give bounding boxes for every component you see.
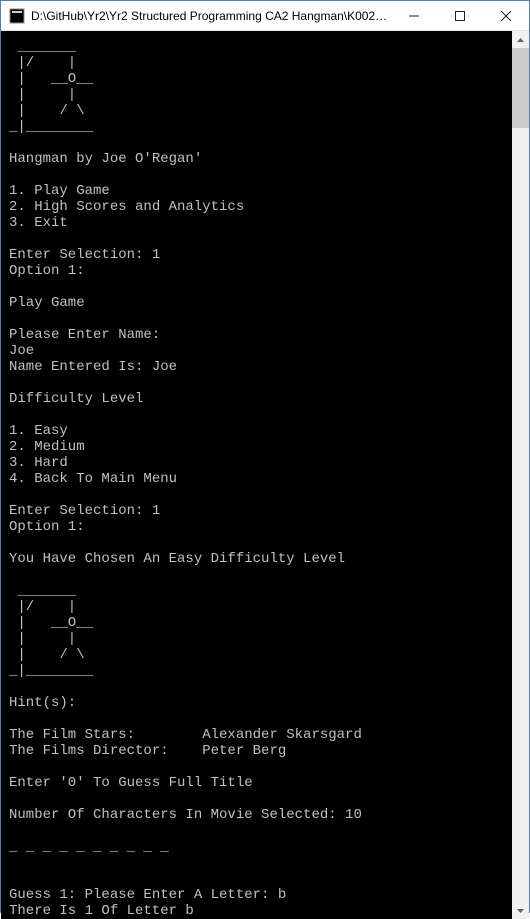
console-output[interactable]: _______ |/ | | __O__ | | | / \_|________…: [1, 31, 512, 919]
console-line: The Films Director: Peter Berg: [9, 743, 512, 759]
console-line: _ _ _ _ _ _ _ _ _ _: [9, 839, 512, 855]
console-line: Joe: [9, 343, 512, 359]
console-line: 3. Hard: [9, 455, 512, 471]
scroll-thumb[interactable]: [512, 48, 529, 128]
console-line: [9, 279, 512, 295]
console-line: Option 1:: [9, 263, 512, 279]
console-line: [9, 407, 512, 423]
vertical-scrollbar[interactable]: [512, 31, 529, 919]
console-line: Hangman by Joe O'Regan': [9, 151, 512, 167]
console-line: 2. High Scores and Analytics: [9, 199, 512, 215]
console-line: Play Game: [9, 295, 512, 311]
minimize-button[interactable]: [391, 1, 437, 30]
console-line: Enter '0' To Guess Full Title: [9, 775, 512, 791]
console-line: [9, 487, 512, 503]
console-line: _|________: [9, 119, 512, 135]
console-line: | / \: [9, 647, 512, 663]
console-line: [9, 231, 512, 247]
console-line: [9, 311, 512, 327]
window-title: D:\GitHub\Yr2\Yr2 Structured Programming…: [31, 9, 391, 23]
console-line: 2. Medium: [9, 439, 512, 455]
console-line: | |: [9, 87, 512, 103]
console-line: [9, 535, 512, 551]
scroll-down-button[interactable]: [512, 902, 529, 919]
console-line: Enter Selection: 1: [9, 503, 512, 519]
console-line: [9, 855, 512, 871]
console-line: You Have Chosen An Easy Difficulty Level: [9, 551, 512, 567]
console-line: 3. Exit: [9, 215, 512, 231]
client-area: _______ |/ | | __O__ | | | / \_|________…: [1, 31, 529, 919]
console-line: Option 1:: [9, 519, 512, 535]
console-line: Name Entered Is: Joe: [9, 359, 512, 375]
console-line: Hint(s):: [9, 695, 512, 711]
console-line: 1. Easy: [9, 423, 512, 439]
console-line: [9, 759, 512, 775]
console-line: Number Of Characters In Movie Selected: …: [9, 807, 512, 823]
close-button[interactable]: [483, 1, 529, 30]
console-line: [9, 871, 512, 887]
console-line: | / \: [9, 103, 512, 119]
console-line: _______: [9, 39, 512, 55]
console-line: [9, 567, 512, 583]
console-line: Enter Selection: 1: [9, 247, 512, 263]
console-line: There Is 1 Of Letter b: [9, 903, 512, 919]
console-line: [9, 167, 512, 183]
console-line: Please Enter Name:: [9, 327, 512, 343]
titlebar[interactable]: D:\GitHub\Yr2\Yr2 Structured Programming…: [1, 1, 529, 31]
scroll-up-button[interactable]: [512, 31, 529, 48]
console-line: [9, 375, 512, 391]
console-line: | __O__: [9, 615, 512, 631]
console-line: | __O__: [9, 71, 512, 87]
console-line: |/ |: [9, 55, 512, 71]
console-line: Guess 1: Please Enter A Letter: b: [9, 887, 512, 903]
console-line: | |: [9, 631, 512, 647]
console-window: D:\GitHub\Yr2\Yr2 Structured Programming…: [0, 0, 530, 913]
maximize-button[interactable]: [437, 1, 483, 30]
console-line: _______: [9, 583, 512, 599]
console-line: [9, 791, 512, 807]
console-line: [9, 823, 512, 839]
console-line: [9, 679, 512, 695]
console-line: The Film Stars: Alexander Skarsgard: [9, 727, 512, 743]
console-line: 1. Play Game: [9, 183, 512, 199]
console-line: [9, 135, 512, 151]
console-line: _|________: [9, 663, 512, 679]
console-line: |/ |: [9, 599, 512, 615]
app-icon: [9, 8, 25, 24]
console-line: Difficulty Level: [9, 391, 512, 407]
console-line: [9, 711, 512, 727]
window-controls: [391, 1, 529, 30]
console-line: 4. Back To Main Menu: [9, 471, 512, 487]
